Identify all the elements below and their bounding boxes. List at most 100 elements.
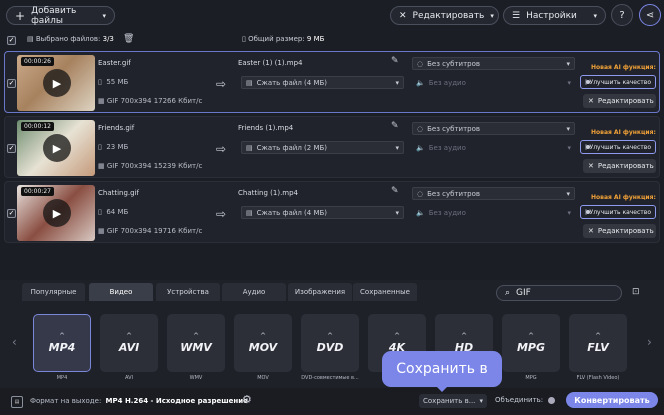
audio-label: Без аудио [428, 208, 466, 217]
trash-icon[interactable]: 🗑 [123, 34, 134, 44]
file-info-text: GIF 700x394 17266 Кбит/с [106, 97, 203, 105]
chevron-down-icon: ▾ [593, 11, 597, 20]
convert-arrow-icon: ⇨ [216, 142, 227, 156]
file-info-text: GIF 700x394 15239 Кбит/с [106, 162, 203, 170]
file-row[interactable]: ✓ 00:00:26 ▶ Easter.gif ▯ 55 МБ ▦ GIF 70… [4, 51, 660, 113]
file-size-text: 64 МБ [106, 208, 129, 216]
compress-label: Сжать файл (4 МБ) [256, 208, 328, 217]
edit-file-button[interactable]: ✕ Редактировать [583, 159, 656, 173]
help-button[interactable]: ? [611, 4, 633, 26]
audio-dropdown: 🔈 Без аудио ▾ [412, 76, 575, 89]
output-file-name[interactable]: Friends (1).mp4 [238, 124, 293, 132]
format-card[interactable]: ^ FLV [569, 314, 627, 372]
compress-dropdown[interactable]: ▤ Сжать файл (4 МБ) ▾ [241, 206, 404, 219]
subtitles-dropdown[interactable]: ◌ Без субтитров ▾ [412, 57, 575, 70]
add-format-icon[interactable]: ⊡ [632, 287, 640, 297]
edit-button[interactable]: ✕ Редактировать ▾ [390, 6, 499, 25]
file-checkbox[interactable]: ✓ [7, 79, 16, 88]
edit-file-button[interactable]: ✕ Редактировать [583, 224, 656, 238]
enhance-quality-button[interactable]: Улучшить качество [580, 205, 656, 219]
format-card[interactable]: ^ MOV [234, 314, 292, 372]
format-settings-icon[interactable]: ⚙ [242, 393, 252, 406]
format-label: AVI [125, 375, 133, 381]
speaker-icon: 🔈 [416, 143, 425, 152]
format-label: MOV [257, 375, 269, 381]
toggle-icon [585, 144, 589, 150]
enhance-quality-button[interactable]: Улучшить качество [580, 75, 656, 89]
format-card[interactable]: ^ MP4 [33, 314, 91, 372]
file-checkbox[interactable]: ✓ [7, 209, 16, 218]
file-checkbox[interactable]: ✓ [7, 144, 16, 153]
format-card[interactable]: ^ AVI [100, 314, 158, 372]
chevron-down-icon: ▾ [395, 78, 399, 87]
duration-badge: 00:00:12 [21, 122, 54, 131]
play-icon[interactable]: ▶ [43, 69, 71, 97]
tools-icon: ✕ [588, 162, 594, 170]
source-file-size: ▯ 55 МБ [98, 78, 128, 86]
enhance-label: Улучшить качество [589, 78, 651, 86]
source-file-info: ▦ GIF 700x394 15239 Кбит/с [98, 162, 202, 170]
tab-item[interactable]: Устройства [156, 283, 220, 301]
chevron-down-icon: ▾ [102, 11, 106, 20]
format-card[interactable]: ^ WMV [167, 314, 225, 372]
subtitles-dropdown[interactable]: ◌ Без субтитров ▾ [412, 187, 575, 200]
edit-file-button[interactable]: ✕ Редактировать [583, 94, 656, 108]
add-files-label: Добавить файлы [31, 5, 77, 26]
format-badge: WMV [180, 341, 212, 354]
format-card[interactable]: ^ MPG [502, 314, 560, 372]
file-icon: ▯ [242, 35, 246, 43]
duration-text: 00:00:26 [24, 58, 51, 65]
subtitles-dropdown[interactable]: ◌ Без субтитров ▾ [412, 122, 575, 135]
chevron-down-icon: ▾ [566, 189, 570, 198]
caret-up-icon: ^ [260, 332, 266, 340]
video-thumbnail[interactable]: 00:00:27 ▶ [17, 185, 95, 241]
compress-dropdown[interactable]: ▤ Сжать файл (4 МБ) ▾ [241, 76, 404, 89]
format-search-input[interactable]: ⌕ GIF [496, 285, 622, 301]
tab-item[interactable]: Сохраненные [353, 283, 417, 301]
rename-pencil-icon[interactable]: ✎ [391, 121, 399, 131]
save-to-dropdown[interactable]: Сохранить в... ▾ [419, 394, 487, 408]
compress-label: Сжать файл (2 МБ) [256, 143, 328, 152]
play-icon[interactable]: ▶ [43, 199, 71, 227]
video-thumbnail[interactable]: 00:00:12 ▶ [17, 120, 95, 176]
output-file-name[interactable]: Chatting (1).mp4 [238, 189, 298, 197]
video-thumbnail[interactable]: 00:00:26 ▶ [17, 55, 95, 111]
speaker-icon: 🔈 [416, 208, 425, 217]
compress-dropdown[interactable]: ▤ Сжать файл (2 МБ) ▾ [241, 141, 404, 154]
source-file-size: ▯ 23 МБ [98, 143, 128, 151]
total-size: ▯ Общий размер: 9 МБ [242, 35, 324, 43]
play-icon[interactable]: ▶ [43, 134, 71, 162]
edit-label: Редактировать [412, 10, 485, 21]
toggle-icon [585, 79, 589, 85]
file-size-text: 55 МБ [106, 78, 129, 86]
settings-button[interactable]: ☰ Настройки ▾ [503, 6, 606, 25]
output-format: Формат на выходе: MP4 H.264 - Исходное р… [30, 397, 248, 405]
file-row[interactable]: ✓ 00:00:12 ▶ Friends.gif ▯ 23 МБ ▦ GIF 7… [4, 116, 660, 178]
format-badge: FLV [587, 341, 609, 354]
output-file-name[interactable]: Easter (1) (1).mp4 [238, 59, 303, 67]
subtitles-icon: ◌ [417, 124, 424, 133]
tab-item[interactable]: Видео [89, 283, 153, 301]
select-all-checkbox[interactable]: ✓ [7, 36, 16, 45]
edit-file-label: Редактировать [597, 227, 654, 235]
scroll-right-icon[interactable]: › [647, 335, 652, 349]
scroll-left-icon[interactable]: ‹ [12, 335, 17, 349]
add-files-button[interactable]: + Добавить файлы ▾ [6, 5, 115, 26]
audio-dropdown: 🔈 Без аудио ▾ [412, 141, 575, 154]
file-icon: ▯ [98, 143, 102, 151]
convert-button[interactable]: Конвертировать [566, 392, 658, 408]
tab-item[interactable]: Аудио [222, 283, 286, 301]
audio-dropdown: 🔈 Без аудио ▾ [412, 206, 575, 219]
tooltip-arrow [436, 386, 448, 392]
chevron-down-icon: ▾ [566, 124, 570, 133]
format-card[interactable]: ^ DVD [301, 314, 359, 372]
merge-toggle[interactable]: Объединить: [495, 396, 556, 404]
file-row[interactable]: ✓ 00:00:27 ▶ Chatting.gif ▯ 64 МБ ▦ GIF … [4, 181, 660, 243]
rename-pencil-icon[interactable]: ✎ [391, 56, 399, 66]
save-to-tooltip: Сохранить в [382, 351, 502, 387]
rename-pencil-icon[interactable]: ✎ [391, 186, 399, 196]
tab-item[interactable]: Популярные [22, 283, 85, 301]
enhance-quality-button[interactable]: Улучшить качество [580, 140, 656, 154]
share-icon[interactable]: ⋖ [639, 4, 661, 26]
tab-item[interactable]: Изображения [288, 283, 352, 301]
